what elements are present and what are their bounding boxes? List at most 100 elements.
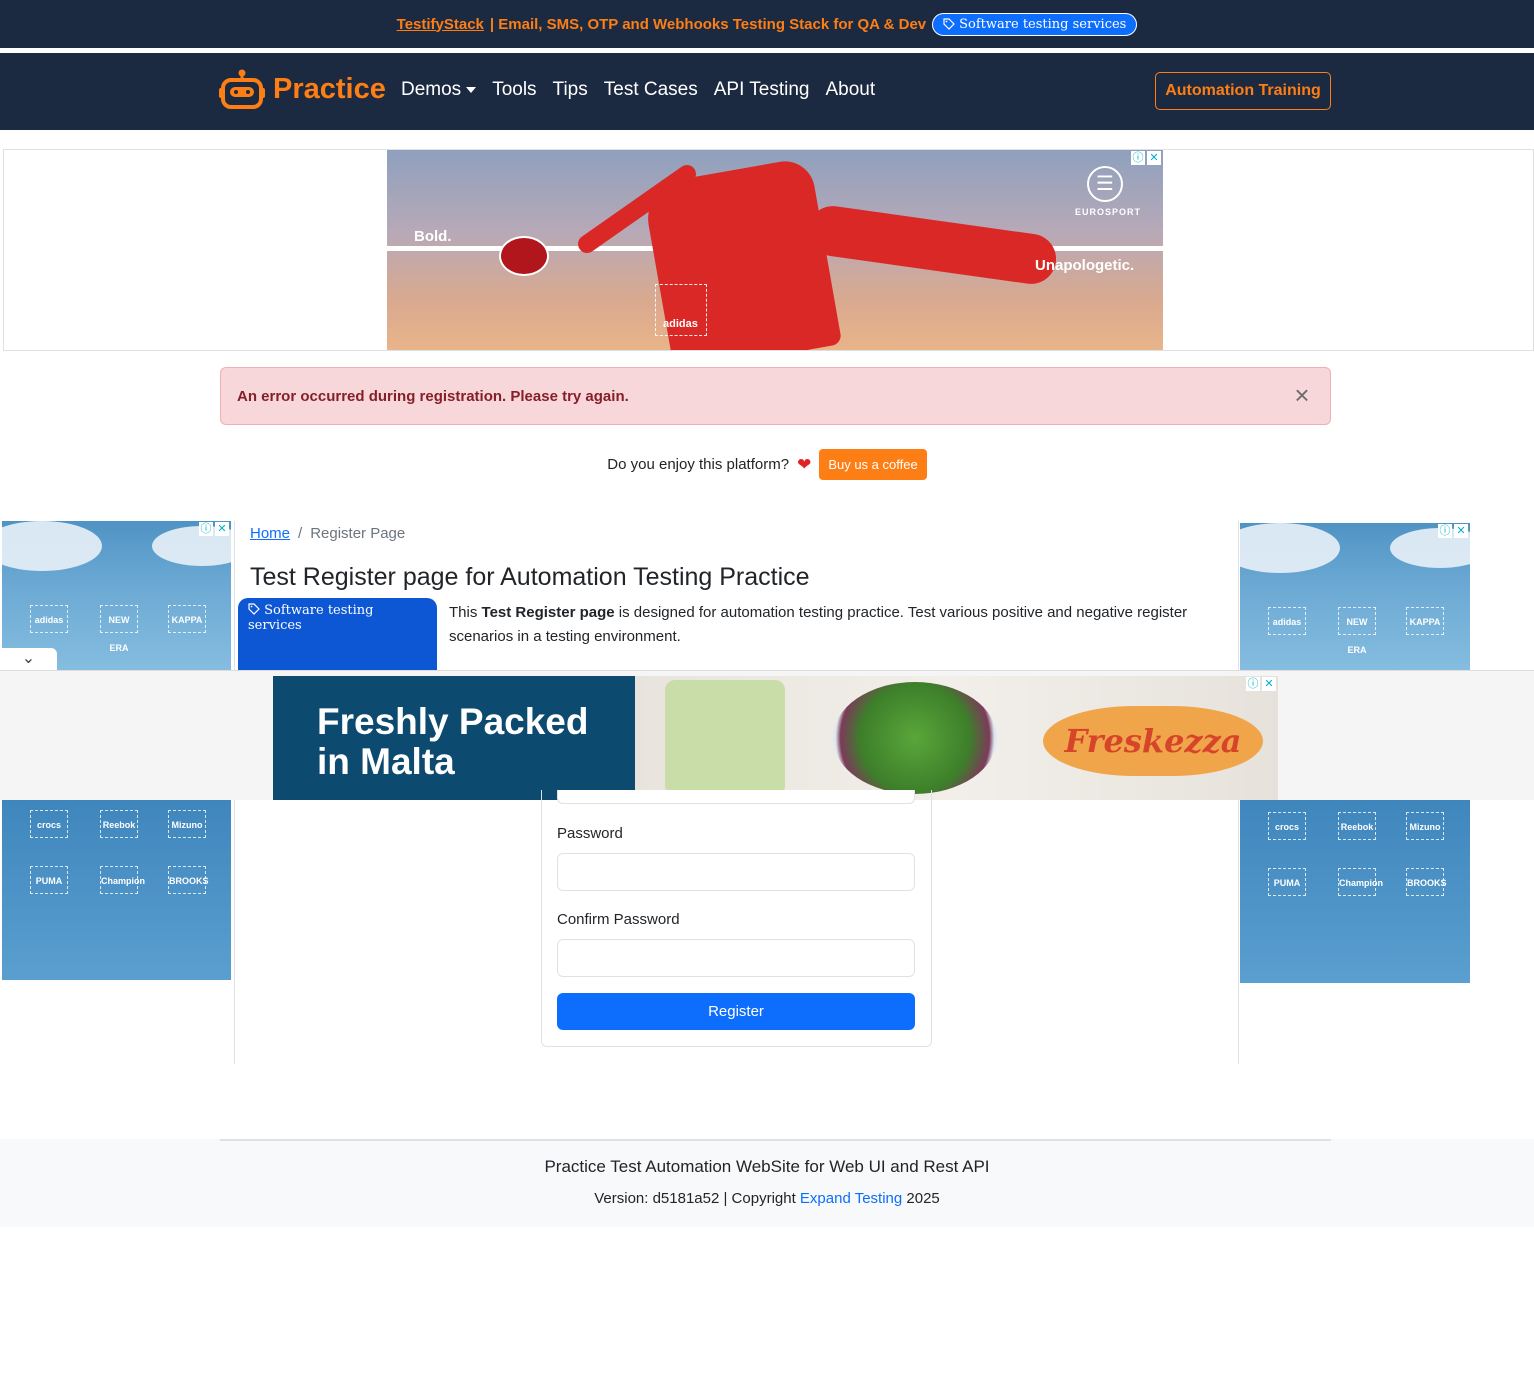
side-ad-logo: NEW ERA [100,605,138,653]
footer-year: 2025 [902,1190,940,1207]
side-ad-logo: PUMA [30,866,68,894]
confirm-password-label: Confirm Password [557,911,680,928]
error-alert: An error occurred during registration. P… [220,367,1331,425]
ad-figure-leg [804,202,1060,288]
password-input[interactable] [557,853,915,891]
right-side-ad-bottom[interactable]: crocs Reebok Mizuno PUMA Champion BROOKS [1240,800,1470,983]
ad-info-icon[interactable]: ⓘ [1246,677,1260,691]
nav-tools[interactable]: Tools [492,79,536,101]
footer: Practice Test Automation WebSite for Web… [0,1139,1534,1227]
page-description: This Test Register page is designed for … [449,601,1209,649]
side-ad-logo: Reebok [100,810,138,838]
buy-coffee-button[interactable]: Buy us a coffee [819,449,927,480]
footer-version: Version: d5181a52 | Copyright Expand Tes… [0,1190,1534,1207]
side-ad-logo: Mizuno [168,810,206,838]
software-testing-badge[interactable]: Software testing services [238,598,437,672]
side-ad-logo: KAPPA [168,605,206,633]
top-ad-controls: ⓘ ✕ [1131,151,1161,165]
left-side-ad-bottom[interactable]: crocs Reebok Mizuno PUMA Champion BROOKS [2,800,231,980]
promo-bar: TestifyStack | Email, SMS, OTP and Webho… [0,0,1534,48]
breadcrumb-separator: / [298,525,303,542]
side-ad-logo: Champion [1338,868,1383,896]
side-ad-logo: Mizuno [1406,812,1444,840]
ad-close-icon[interactable]: ✕ [1262,677,1276,691]
enjoy-text: Do you enjoy this platform? [607,456,790,473]
breadcrumb-home[interactable]: Home [250,525,290,542]
side-ad-logo: adidas [30,605,68,633]
side-ad-logo: PUMA [1268,868,1306,896]
register-button[interactable]: Register [557,993,915,1030]
software-testing-pill[interactable]: Software testing services [932,12,1138,36]
side-ad-logo: BROOKS [168,866,209,894]
ad-close-icon[interactable]: ✕ [1454,524,1468,538]
nav-test-cases[interactable]: Test Cases [604,79,698,101]
ad-right-text: Unapologetic. [1035,257,1135,274]
side-ad-logo: NEW ERA [1338,607,1376,655]
page-title: Test Register page for Automation Testin… [250,563,810,591]
side-ad-logo: KAPPA [1406,607,1444,635]
desc-bold: Test Register page [481,604,615,621]
pill-label: Software testing services [959,16,1127,32]
enjoy-row: Do you enjoy this platform? ❤ Buy us a c… [0,449,1534,480]
side-ad-logo: Reebok [1338,812,1376,840]
breadcrumb: Home / Register Page [250,525,405,542]
side-ad-logo: BROOKS [1406,868,1447,896]
alert-message: An error occurred during registration. P… [237,387,629,405]
fresh-ad-headline: Freshly Packed in Malta [273,676,635,800]
expand-testing-link[interactable]: Expand Testing [800,1190,902,1207]
eurosport-logo-icon: ☰ [1087,166,1123,202]
badge-label: Software testing services [248,603,374,633]
username-input[interactable] [557,790,915,804]
nav-about[interactable]: About [826,79,876,101]
ad-left-text: Bold. [414,228,452,245]
tag-icon [943,18,955,30]
left-ad-controls: ⓘ ✕ [199,522,229,536]
salad-bag-image [665,680,785,796]
robot-logo-icon [219,69,265,109]
brand-link[interactable]: Practice [219,68,386,110]
desc-prefix: This [449,604,482,621]
caret-down-icon [466,86,477,93]
navbar: Practice Demos Tools Tips Test Cases API… [0,53,1534,130]
heart-icon: ❤ [797,454,812,474]
side-ad-logo: crocs [1268,812,1306,840]
ad-paddle [499,236,549,276]
ad-cloud [1240,523,1340,573]
tag-icon [248,603,260,615]
nav-links: Demos Tools Tips Test Cases API Testing … [401,79,875,101]
brand-name: Practice [273,72,386,105]
ad-info-icon[interactable]: ⓘ [1131,151,1145,165]
footer-divider [220,1139,1331,1141]
automation-training-button[interactable]: Automation Training [1155,72,1331,110]
ad-sponsor: EUROSPORT [1075,207,1142,217]
top-ad-banner[interactable]: Bold. Unapologetic. ☰ EUROSPORT adidas [387,150,1163,350]
ad-info-icon[interactable]: ⓘ [199,522,213,536]
nav-tips[interactable]: Tips [553,79,588,101]
right-side-ad-top[interactable]: adidas NEW ERA KAPPA [1240,523,1470,671]
promo-text: | Email, SMS, OTP and Webhooks Testing S… [489,15,927,33]
right-ad-controls: ⓘ ✕ [1438,524,1468,538]
freskezza-ad[interactable]: Freshly Packed in Malta Freskezza [273,676,1278,800]
password-label: Password [557,825,623,842]
side-ad-logo: crocs [30,810,68,838]
alert-close-icon[interactable]: × [1290,382,1314,408]
ad-close-icon[interactable]: ✕ [1147,151,1161,165]
fresh-headline-1: Freshly Packed [317,701,589,742]
side-ad-logo: adidas [1268,607,1306,635]
nav-demos-label: Demos [401,79,462,100]
footer-version-text: Version: d5181a52 | Copyright [594,1190,800,1207]
nav-api-testing[interactable]: API Testing [714,79,810,101]
salad-bowl-image [833,682,997,794]
breadcrumb-current: Register Page [310,525,406,542]
ad-close-icon[interactable]: ✕ [215,522,229,536]
confirm-password-input[interactable] [557,939,915,977]
ad-info-icon[interactable]: ⓘ [1438,524,1452,538]
ad-brand: adidas [663,318,698,330]
sticky-ad-controls: ⓘ ✕ [1246,677,1276,691]
freskezza-logo: Freskezza [1043,706,1263,776]
nav-demos[interactable]: Demos [401,79,477,101]
testifystack-link[interactable]: TestifyStack [397,16,484,33]
ad-cloud [2,521,102,571]
fresh-headline-2: in Malta [317,741,455,782]
footer-title: Practice Test Automation WebSite for Web… [544,1157,990,1176]
